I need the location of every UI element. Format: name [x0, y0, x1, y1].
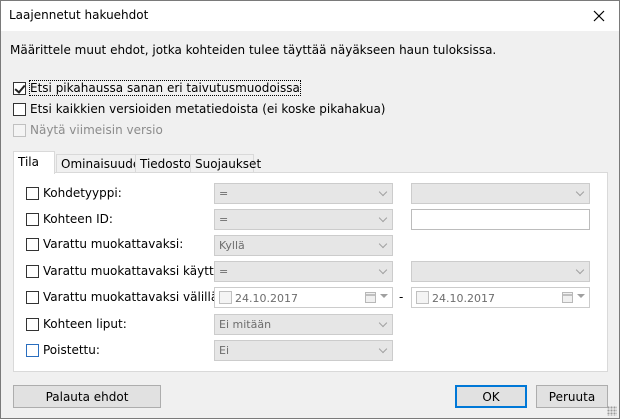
- chevron-down-icon: [380, 269, 387, 276]
- object-flags-label: Kohteen liput:: [43, 317, 127, 331]
- chevron-down-icon: [380, 322, 387, 329]
- checked-out-value: Kyllä: [219, 239, 245, 252]
- object-flags-select: Ei mitään: [214, 314, 393, 335]
- close-icon: [593, 10, 605, 22]
- object-id-operator-value: =: [219, 213, 229, 226]
- option-latest-version-label: Näytä viimeisin versio: [30, 123, 163, 137]
- chevron-down-icon: [380, 191, 387, 198]
- title-bar: Laajennetut hakuehdot: [1, 1, 619, 31]
- tab-ominaisuudet[interactable]: Ominaisuudet: [56, 154, 145, 173]
- object-id-checkbox[interactable]: [26, 213, 39, 226]
- checked-out-between-checkbox[interactable]: [26, 291, 39, 304]
- reset-conditions-button[interactable]: Palauta ehdot: [13, 385, 161, 408]
- deleted-label: Poistettu:: [43, 343, 100, 357]
- object-id-input[interactable]: [411, 209, 590, 230]
- calendar-icon: [562, 292, 573, 303]
- tab-tiedostot[interactable]: Tiedostot: [135, 154, 196, 173]
- date-range-separator: -: [399, 290, 404, 304]
- dropdown-arrow-icon: [577, 294, 585, 298]
- checked-out-to-user-value-select: [411, 261, 590, 282]
- checked-out-to-user-operator-select: =: [214, 261, 393, 282]
- deleted-select: Ei: [214, 340, 393, 361]
- chevron-down-icon: [380, 217, 387, 224]
- checked-out-to-user-checkbox[interactable]: [26, 265, 39, 278]
- chevron-down-icon: [380, 243, 387, 250]
- object-type-operator-select: =: [214, 183, 393, 204]
- object-flags-checkbox[interactable]: [26, 318, 39, 331]
- checked-out-to-user-operator-value: =: [219, 265, 229, 278]
- object-id-operator-select: =: [214, 209, 393, 230]
- date-from-checkbox: [219, 291, 232, 304]
- tab-tila[interactable]: Tila: [13, 151, 55, 174]
- deleted-value: Ei: [219, 344, 230, 357]
- object-flags-value: Ei mitään: [219, 318, 272, 331]
- option-inflections-label[interactable]: Etsi pikahaussa sanan eri taivutusmuodoi…: [29, 80, 301, 96]
- resize-grip-icon[interactable]: [607, 406, 617, 416]
- checked-out-between-label: Varattu muokattavaksi välillä:: [43, 290, 223, 304]
- option-all-versions-checkbox[interactable]: [13, 103, 26, 116]
- description-text: Määrittele muut ehdot, jotka kohteiden t…: [10, 43, 497, 57]
- window-title: Laajennetut hakuehdot: [9, 8, 149, 22]
- date-from-picker: 24.10.2017: [214, 287, 393, 308]
- option-latest-version-checkbox: [13, 124, 26, 137]
- object-type-label: Kohdetyyppi:: [43, 186, 122, 200]
- close-button[interactable]: [579, 1, 619, 31]
- option-inflections-checkbox[interactable]: [13, 82, 26, 95]
- calendar-icon: [365, 292, 376, 303]
- object-type-checkbox[interactable]: [26, 187, 39, 200]
- chevron-down-icon: [577, 191, 584, 198]
- date-to-checkbox: [416, 291, 429, 304]
- option-all-versions-label[interactable]: Etsi kaikkien versioiden metatiedoista (…: [30, 102, 386, 116]
- checked-out-label: Varattu muokattavaksi:: [43, 237, 184, 251]
- object-type-value-select: [411, 183, 590, 204]
- date-to-picker: 24.10.2017: [411, 287, 590, 308]
- advanced-search-dialog: Laajennetut hakuehdot Määrittele muut eh…: [0, 0, 620, 419]
- date-to-value: 24.10.2017: [432, 292, 495, 305]
- deleted-checkbox[interactable]: [26, 344, 39, 357]
- tab-suojaukset[interactable]: Suojaukset: [190, 154, 261, 173]
- checked-out-select: Kyllä: [214, 235, 393, 256]
- cancel-button[interactable]: Peruuta: [536, 385, 608, 408]
- chevron-down-icon: [380, 348, 387, 355]
- checked-out-checkbox[interactable]: [26, 238, 39, 251]
- chevron-down-icon: [577, 269, 584, 276]
- object-id-label: Kohteen ID:: [43, 212, 113, 226]
- dropdown-arrow-icon: [380, 294, 388, 298]
- date-from-value: 24.10.2017: [235, 292, 298, 305]
- ok-button[interactable]: OK: [455, 385, 527, 408]
- object-type-operator-value: =: [219, 187, 229, 200]
